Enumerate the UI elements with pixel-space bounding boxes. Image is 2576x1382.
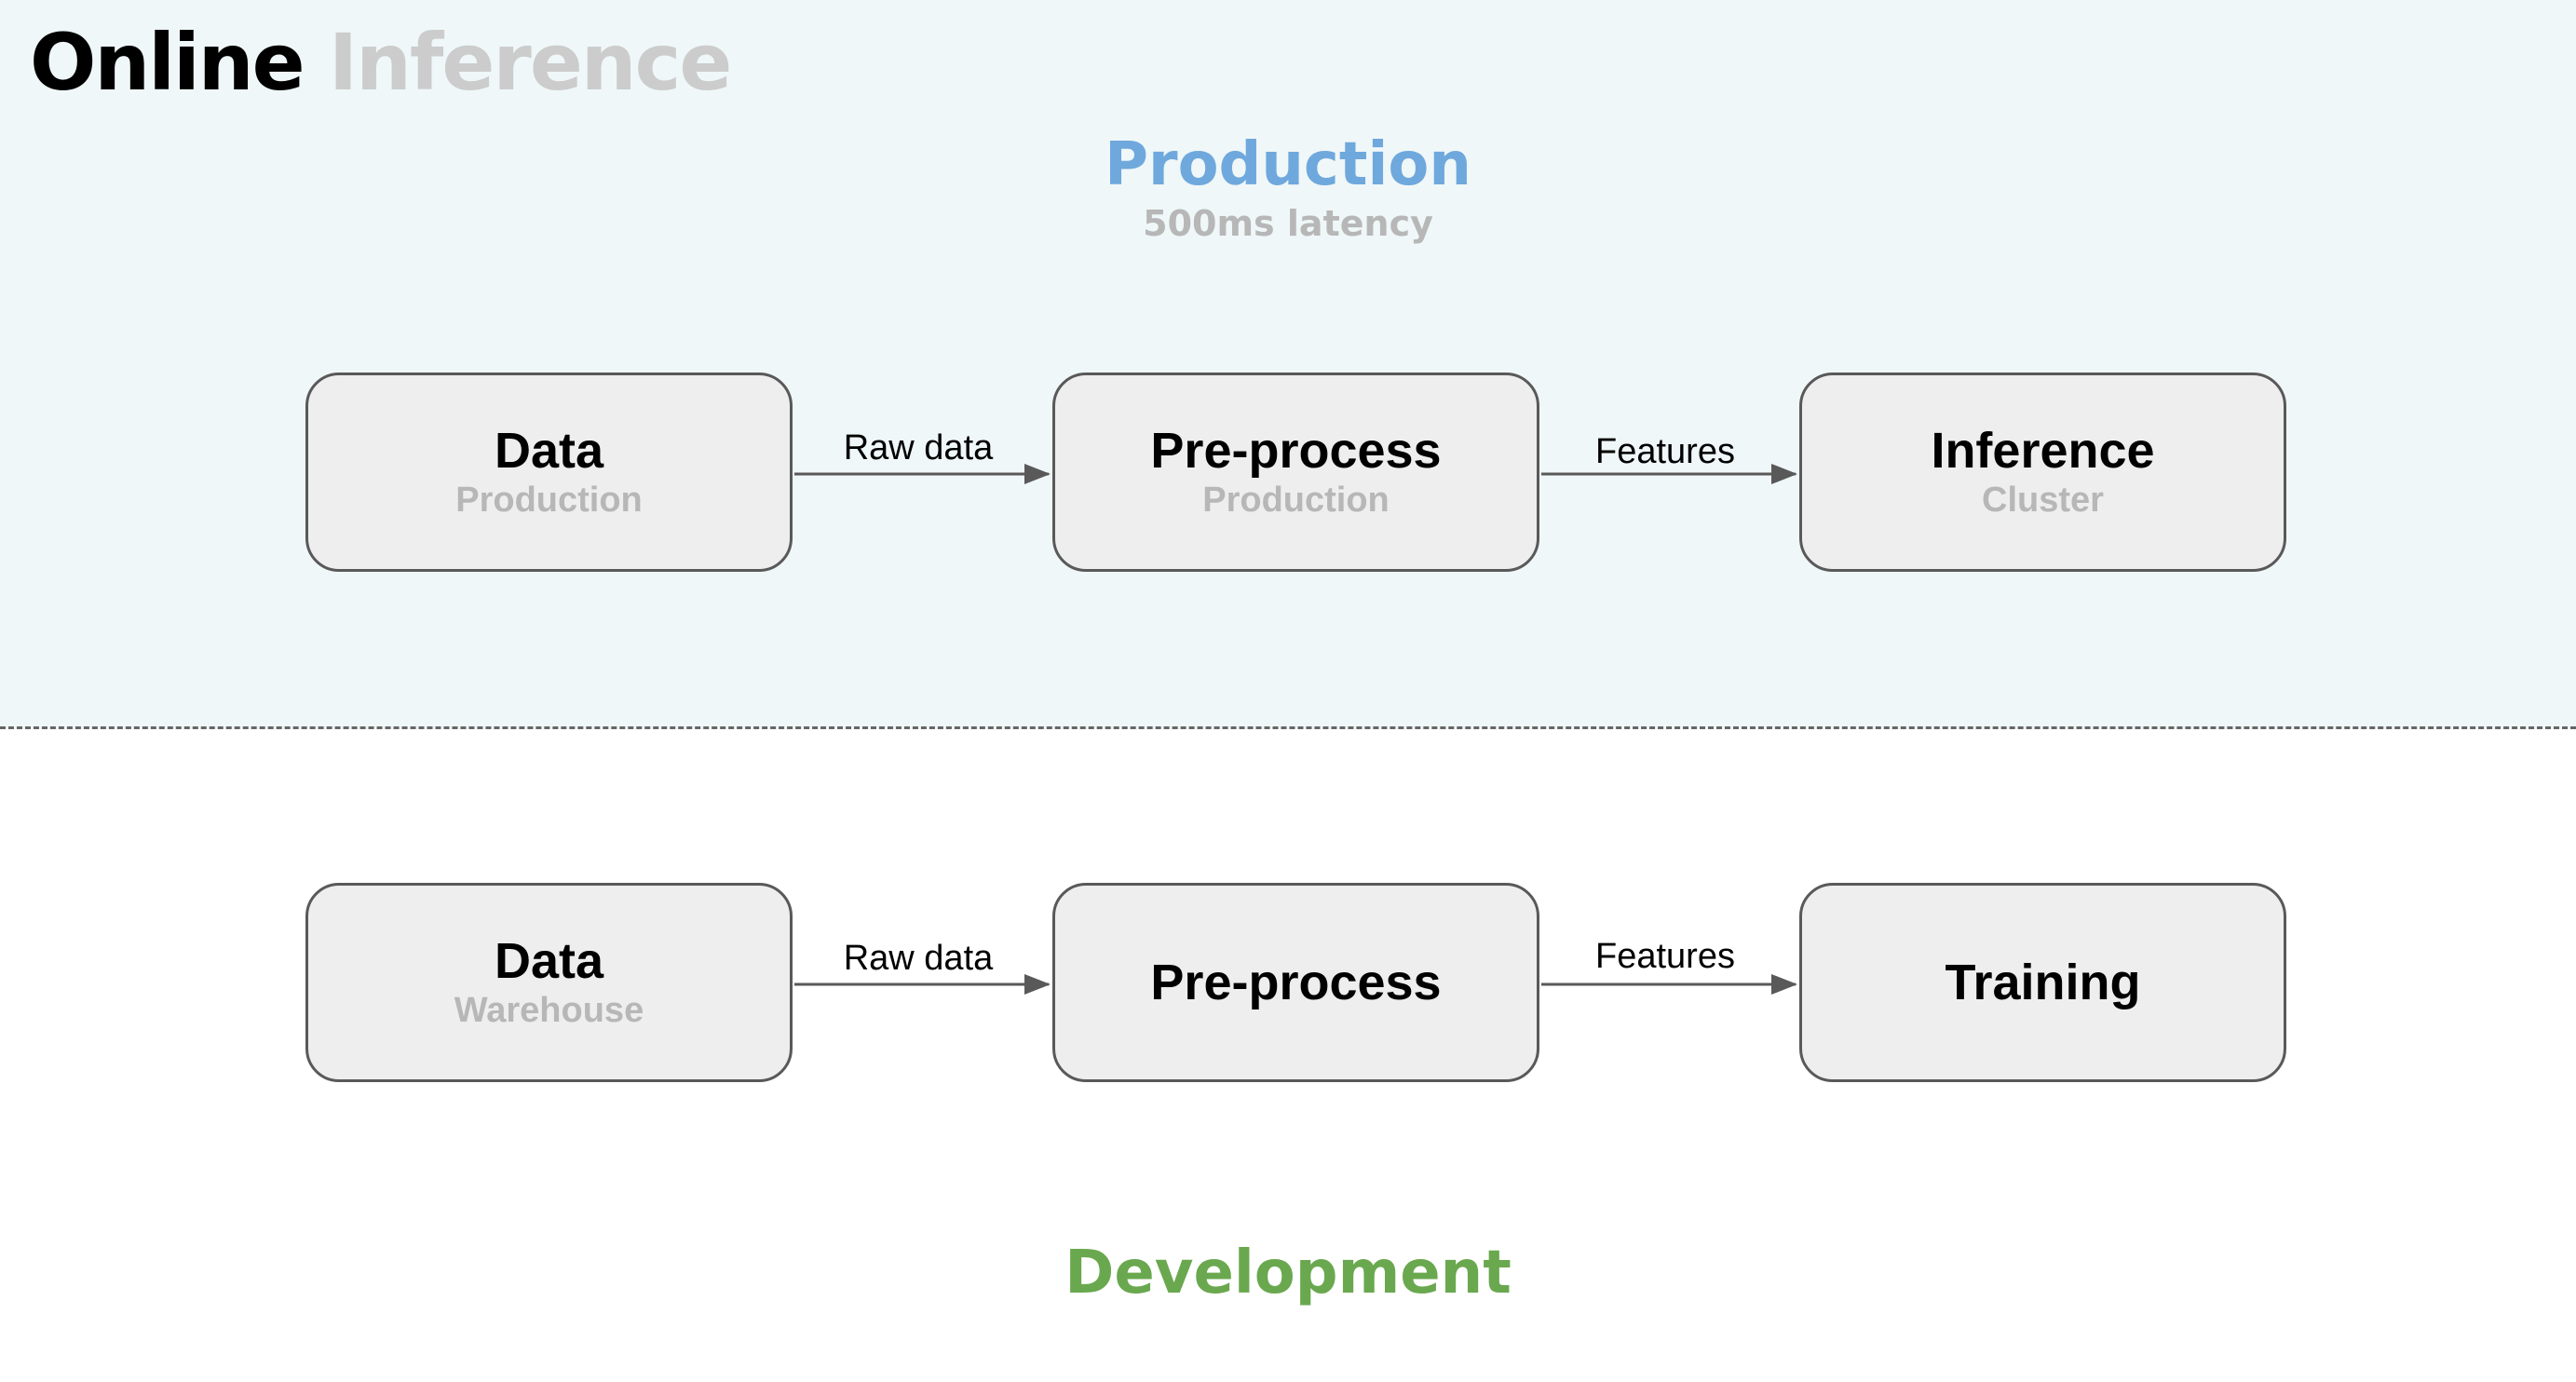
node-title: Pre-process — [1150, 955, 1442, 1010]
node-subtitle: Production — [1202, 481, 1390, 520]
node-dev-training[interactable]: Training — [1799, 883, 2286, 1082]
edges-layer — [794, 464, 1797, 995]
node-dev-preprocess[interactable]: Pre-process — [1052, 883, 1539, 1082]
node-title: Inference — [1931, 423, 2155, 479]
edge-label-features: Features — [1595, 937, 1735, 976]
node-title: Training — [1945, 955, 2141, 1010]
node-dev-data[interactable]: Data Warehouse — [305, 883, 793, 1082]
arrowhead-icon — [1771, 974, 1797, 995]
node-subtitle: Production — [455, 481, 643, 520]
development-title: Development — [1064, 1239, 1512, 1307]
node-subtitle: Warehouse — [454, 991, 644, 1030]
edge-label-raw-data: Raw data — [843, 428, 994, 467]
node-prod-preprocess[interactable]: Pre-process Production — [1052, 373, 1539, 572]
node-title: Data — [494, 933, 604, 989]
edge-label-features: Features — [1595, 432, 1735, 471]
node-prod-data[interactable]: Data Production — [305, 373, 793, 572]
node-title: Data — [494, 423, 604, 479]
node-subtitle: Cluster — [1982, 481, 2104, 520]
node-prod-inference[interactable]: Inference Cluster — [1799, 373, 2286, 572]
node-title: Pre-process — [1150, 423, 1442, 479]
edge-label-raw-data: Raw data — [843, 939, 994, 978]
